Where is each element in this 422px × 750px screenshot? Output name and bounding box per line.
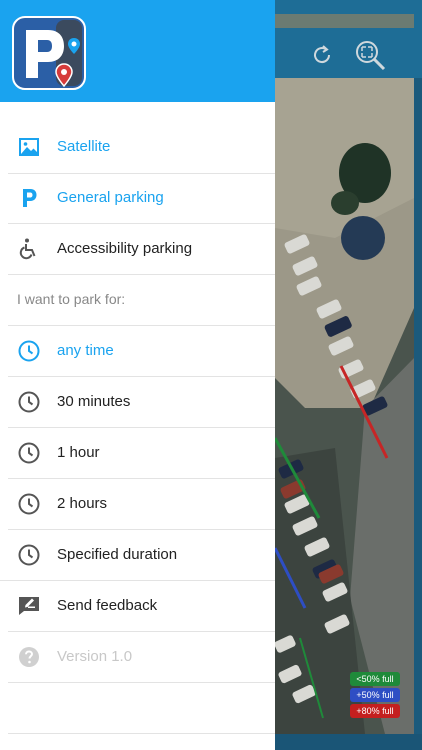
map-edge [414, 78, 422, 750]
menu-item-label: 1 hour [57, 444, 100, 461]
satellite-aerial-graphic [275, 78, 414, 734]
help-icon [19, 647, 39, 667]
parking-p-icon [23, 189, 37, 207]
clock-icon [18, 442, 40, 464]
satellite-image-icon [19, 138, 39, 156]
clock-icon [18, 493, 40, 515]
duration-section-header: I want to park for: [17, 291, 126, 307]
menu-item-label: General parking [57, 189, 164, 206]
menu-item-version: Version 1.0 [0, 631, 275, 682]
menu-item-satellite[interactable]: Satellite [0, 121, 275, 172]
clock-icon [18, 340, 40, 362]
menu-item-label: Accessibility parking [57, 240, 193, 257]
menu-item-1-hour[interactable]: 1 hour [0, 427, 275, 478]
side-drawer: Satellite General parking Accessibility … [0, 0, 275, 750]
menu-item-label: Version 1.0 [57, 648, 133, 665]
menu-item-specified-duration[interactable]: Specified duration [0, 529, 275, 580]
menu-item-label: Specified duration [57, 546, 178, 563]
map-view[interactable]: <50% full +50% full +80% full [275, 0, 422, 750]
drawer-header [0, 0, 275, 102]
menu-item-accessibility-parking[interactable]: Accessibility parking [0, 223, 275, 274]
feedback-icon [19, 597, 39, 615]
map-top-strip [275, 14, 414, 28]
legend-over-80: +80% full [350, 704, 400, 718]
divider [8, 682, 275, 683]
menu-item-send-feedback[interactable]: Send feedback [0, 580, 275, 631]
legend-over-50: +50% full [350, 688, 400, 702]
menu-item-2-hours[interactable]: 2 hours [0, 478, 275, 529]
menu-item-30-minutes[interactable]: 30 minutes [0, 376, 275, 427]
zoom-to-fit-icon[interactable] [353, 38, 387, 72]
menu-item-any-time[interactable]: any time [0, 325, 275, 376]
menu-item-label: Send feedback [57, 597, 158, 614]
wheelchair-icon [19, 238, 36, 260]
satellite-map-image[interactable]: <50% full +50% full +80% full [275, 78, 414, 734]
menu-item-general-parking[interactable]: General parking [0, 172, 275, 223]
menu-item-label: Satellite [57, 138, 111, 155]
clock-icon [18, 544, 40, 566]
clock-icon [18, 391, 40, 413]
app-logo-icon [12, 16, 86, 90]
refresh-icon[interactable] [307, 40, 337, 70]
legend-under-50: <50% full [350, 672, 400, 686]
divider [8, 733, 275, 734]
menu-item-label: 2 hours [57, 495, 108, 512]
menu-item-label: 30 minutes [57, 393, 131, 410]
map-bottom-bar [275, 734, 422, 750]
menu-item-label: any time [57, 342, 114, 359]
